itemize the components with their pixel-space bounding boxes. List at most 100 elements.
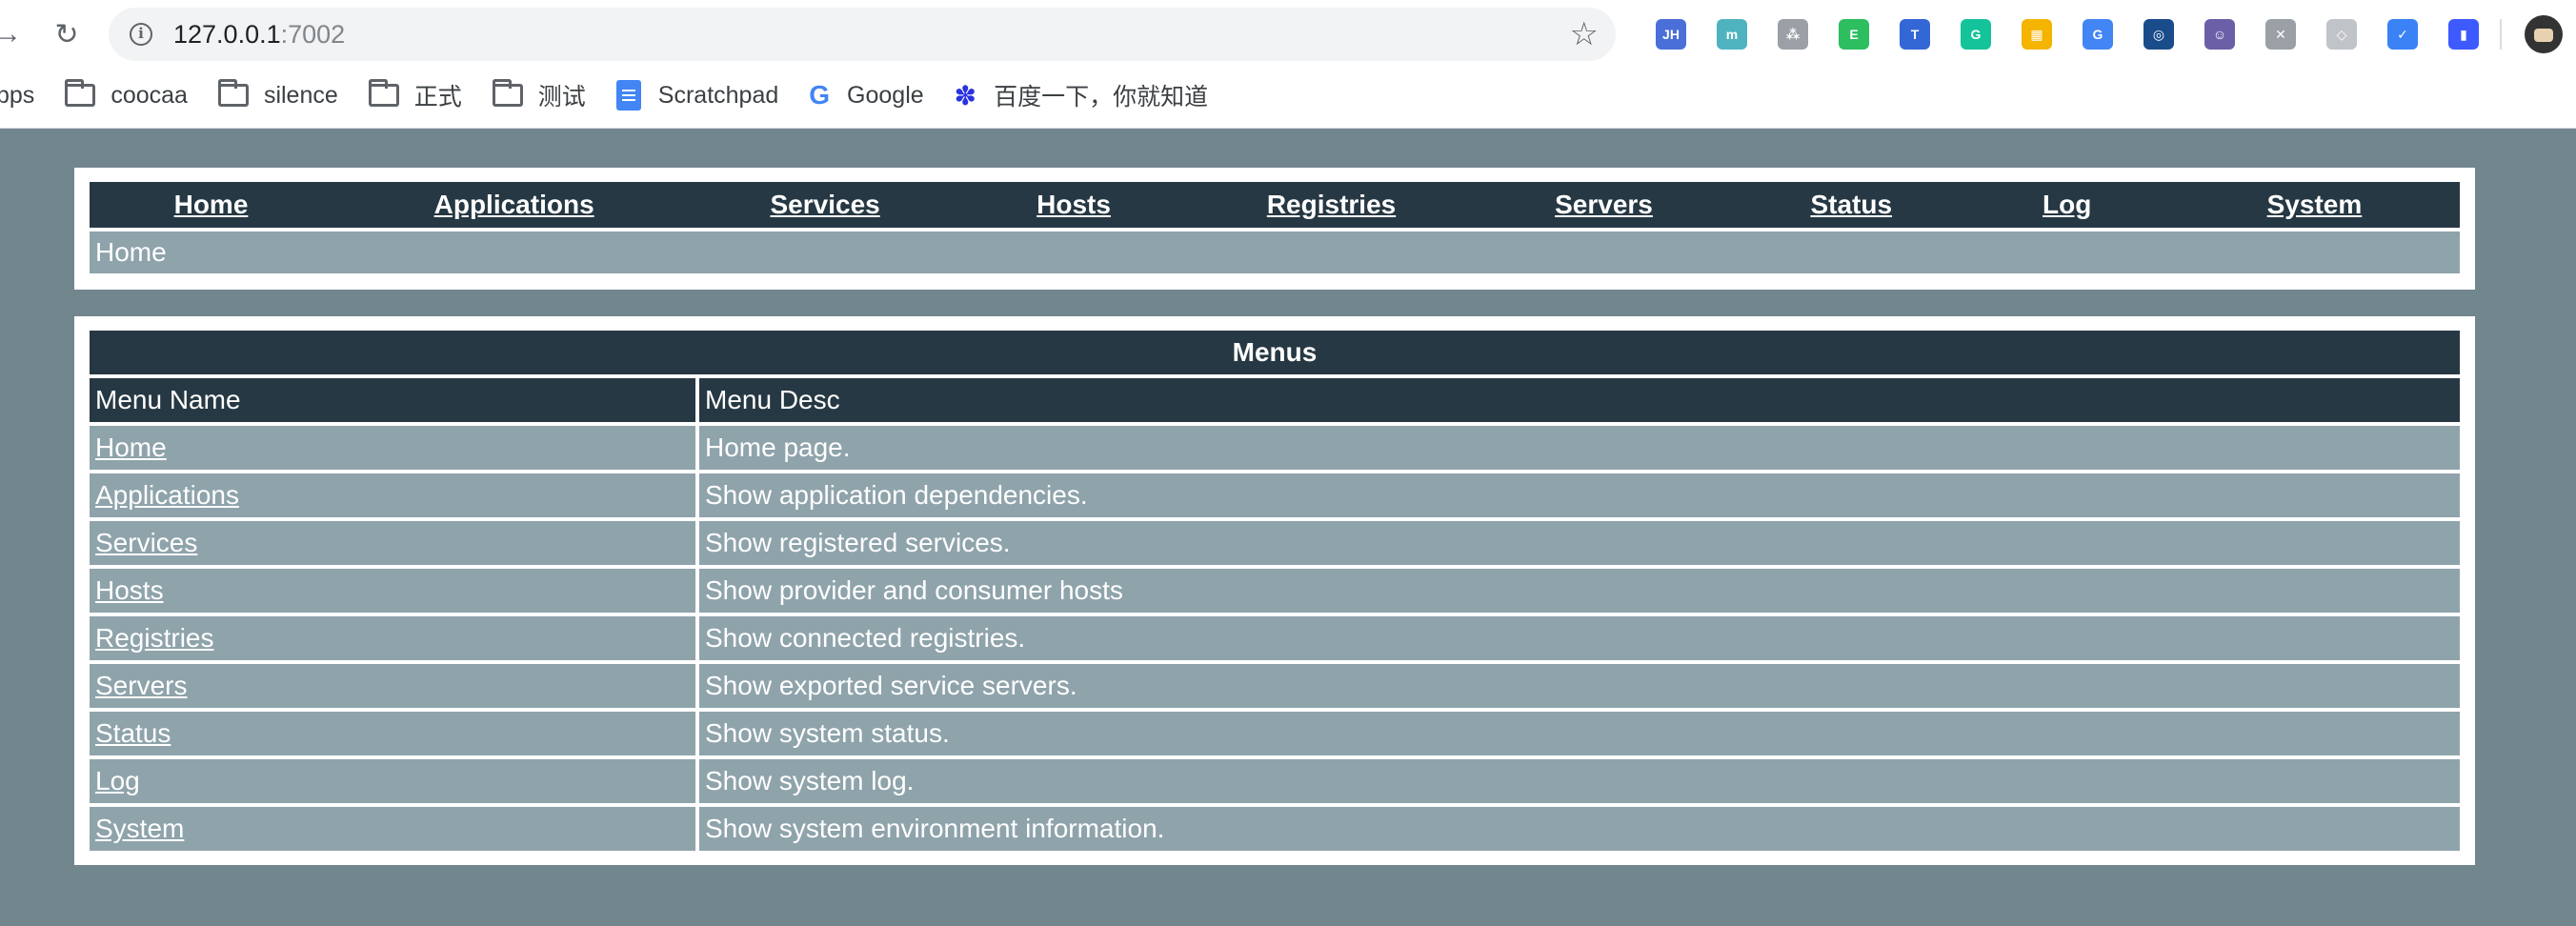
circle-m-icon-glyph: m: [1717, 19, 1747, 50]
menu-desc-cell: Show system status.: [699, 712, 2460, 755]
bookmark-item[interactable]: 测试: [492, 78, 586, 112]
menu-link-applications[interactable]: Applications: [95, 480, 239, 510]
menus-table: Menus Menu Name Menu Desc Home Home page.…: [90, 331, 2460, 851]
table-row: Hosts Show provider and consumer hosts: [90, 569, 2460, 613]
google-translate-icon-glyph: G: [2083, 19, 2113, 50]
column-header-menu-name: Menu Name: [90, 378, 695, 422]
menu-desc-cell: Show connected registries.: [699, 616, 2460, 660]
nav-table: Home Applications Services Hosts Registries S…: [90, 182, 2460, 273]
menu-name-cell: Hosts: [90, 569, 695, 613]
sitemap-icon[interactable]: ⁂: [1762, 15, 1823, 53]
menu-desc-cell: Show exported service servers.: [699, 664, 2460, 708]
nav-cell: Home: [90, 182, 332, 228]
menu-link-servers[interactable]: Servers: [95, 671, 187, 700]
bookmark-item[interactable]: Scratchpad: [615, 80, 779, 111]
shield-icon-glyph: ◇: [2326, 19, 2357, 50]
nav-link-status[interactable]: Status: [1810, 190, 1892, 219]
menu-link-status[interactable]: Status: [95, 718, 171, 748]
nav-panel: Home Applications Services Hosts Registries S…: [74, 168, 2475, 290]
person-icon-glyph: ✕: [2265, 19, 2296, 50]
google-icon: G: [809, 80, 831, 110]
grammarly-icon[interactable]: G: [1945, 15, 2006, 53]
grammarly-icon-glyph: G: [1961, 19, 1991, 50]
menu-link-system[interactable]: System: [95, 814, 184, 843]
check-icon[interactable]: ✓: [2372, 15, 2433, 53]
translate-icon-glyph: T: [1900, 19, 1930, 50]
doc-icon: [615, 80, 641, 111]
bookmark-item[interactable]: 正式: [368, 78, 462, 112]
menu-desc-cell: Home page.: [699, 426, 2460, 470]
nav-link-services[interactable]: Services: [771, 190, 880, 219]
profile-avatar[interactable]: [2525, 15, 2563, 53]
target-icon[interactable]: ◎: [2128, 15, 2189, 53]
menu-name-cell: Applications: [90, 473, 695, 517]
table-row: Services Show registered services.: [90, 521, 2460, 565]
menu-name-cell: Home: [90, 426, 695, 470]
menu-link-services[interactable]: Services: [95, 528, 197, 557]
bookmark-item[interactable]: ✽ 百度一下，你就知道: [955, 78, 1208, 112]
menu-link-home[interactable]: Home: [95, 433, 167, 462]
menu-desc-cell: Show system log.: [699, 759, 2460, 803]
grid-icon[interactable]: ▦: [2006, 15, 2067, 53]
target-icon-glyph: ◎: [2143, 19, 2174, 50]
forward-arrow-icon[interactable]: →: [0, 13, 29, 55]
menu-link-hosts[interactable]: Hosts: [95, 575, 164, 605]
bookmark-item[interactable]: G Google: [809, 80, 923, 111]
bookmark-label: coocaa: [111, 81, 188, 109]
address-bar[interactable]: i 127.0.0.1:7002 ☆: [109, 8, 1616, 61]
evernote-icon-glyph: E: [1839, 19, 1869, 50]
extensions-bar: JH m ⁂ E T G ▦ G ◎ ☺ ✕ ◇ ✓ ▮: [1640, 15, 2494, 53]
reload-icon[interactable]: ↻: [46, 13, 88, 55]
bookmark-label: Scratchpad: [657, 81, 779, 109]
nav-cell: Servers: [1469, 182, 1739, 228]
nav-link-registries[interactable]: Registries: [1267, 190, 1396, 219]
bookmark-item[interactable]: coocaa: [65, 79, 188, 110]
check-icon-glyph: ✓: [2387, 19, 2418, 50]
menus-title: Menus: [90, 331, 2460, 374]
menu-link-log[interactable]: Log: [95, 766, 140, 795]
nav-bar: Home Applications Services Hosts Registries S…: [90, 182, 2460, 228]
table-row: Log Show system log.: [90, 759, 2460, 803]
info-icon[interactable]: i: [130, 23, 152, 46]
column-header-menu-desc: Menu Desc: [699, 378, 2460, 422]
menu-desc-cell: Show registered services.: [699, 521, 2460, 565]
baidu-icon: ✽: [954, 80, 977, 111]
translate-icon[interactable]: T: [1884, 15, 1945, 53]
table-row: System Show system environment informatio…: [90, 807, 2460, 851]
nav-link-system[interactable]: System: [2267, 190, 2363, 219]
google-translate-icon[interactable]: G: [2067, 15, 2128, 53]
cat-icon[interactable]: ☺: [2189, 15, 2250, 53]
nav-link-applications[interactable]: Applications: [434, 190, 594, 219]
menu-name-cell: Services: [90, 521, 695, 565]
browser-chrome: → ↻ i 127.0.0.1:7002 ☆ JH m ⁂ E T G ▦ G ◎ ☺ ✕ ◇ ✓ ▮ p…: [0, 0, 2576, 129]
nav-cell: Hosts: [954, 182, 1194, 228]
nav-link-servers[interactable]: Servers: [1555, 190, 1653, 219]
menu-link-registries[interactable]: Registries: [95, 623, 213, 653]
bookmark-star-icon[interactable]: ☆: [1570, 15, 1599, 53]
lighthouse-icon[interactable]: ▮: [2433, 15, 2494, 53]
evernote-icon[interactable]: E: [1823, 15, 1884, 53]
table-row: Home Home page.: [90, 426, 2460, 470]
nav-link-home[interactable]: Home: [174, 190, 249, 219]
table-row: Status Show system status.: [90, 712, 2460, 755]
url-text[interactable]: 127.0.0.1:7002: [173, 8, 345, 61]
bookmark-label: Google: [847, 81, 924, 109]
jh-icon[interactable]: JH: [1640, 15, 1701, 53]
circle-m-icon[interactable]: m: [1701, 15, 1762, 53]
folder-icon: [217, 79, 249, 107]
nav-cell: Registries: [1193, 182, 1470, 228]
bookmark-label: 正式: [413, 84, 462, 111]
nav-link-hosts[interactable]: Hosts: [1036, 190, 1111, 219]
bookmark-item[interactable]: silence: [217, 79, 338, 110]
bookmark-item[interactable]: pps: [0, 82, 34, 110]
person-icon[interactable]: ✕: [2250, 15, 2311, 53]
url-host: 127.0.0.1: [173, 20, 281, 49]
menu-desc-cell: Show application dependencies.: [699, 473, 2460, 517]
nav-link-log[interactable]: Log: [2043, 190, 2091, 219]
shield-icon[interactable]: ◇: [2311, 15, 2372, 53]
bookmarks-bar: pps coocaa silence 正式 测试 Scratchpad G Google ✽ 百度…: [0, 74, 1238, 116]
table-row: Applications Show application dependencie…: [90, 473, 2460, 517]
menus-panel: Menus Menu Name Menu Desc Home Home page.…: [74, 316, 2475, 865]
folder-icon: [65, 79, 96, 107]
folder-icon: [492, 79, 523, 107]
